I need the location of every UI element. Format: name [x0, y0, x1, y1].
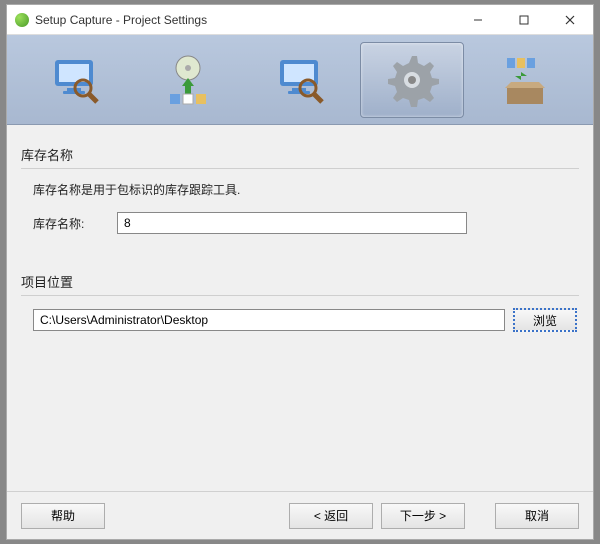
- wizard-step-settings[interactable]: [360, 42, 464, 118]
- wizard-strip: [7, 35, 593, 125]
- project-path-input[interactable]: [33, 309, 505, 331]
- window-title: Setup Capture - Project Settings: [35, 13, 207, 27]
- wizard-step-initial-scan[interactable]: [23, 42, 127, 118]
- monitor-search-icon: [47, 52, 103, 108]
- cancel-button[interactable]: 取消: [495, 503, 579, 529]
- inventory-field-label: 库存名称:: [21, 215, 117, 232]
- titlebar: Setup Capture - Project Settings: [7, 5, 593, 35]
- gear-icon: [384, 52, 440, 108]
- minimize-button[interactable]: [455, 5, 501, 35]
- location-section-label: 项目位置: [21, 272, 579, 291]
- divider: [21, 295, 579, 296]
- browse-button[interactable]: 浏览: [513, 308, 577, 332]
- inventory-description: 库存名称是用于包标识的库存跟踪工具.: [21, 181, 579, 198]
- minimize-icon: [473, 15, 483, 25]
- maximize-icon: [519, 15, 529, 25]
- inventory-name-row: 库存名称:: [21, 212, 579, 234]
- project-path-row: 浏览: [21, 308, 579, 332]
- inventory-section-label: 库存名称: [21, 145, 579, 164]
- close-icon: [565, 15, 575, 25]
- body-area: 库存名称 库存名称是用于包标识的库存跟踪工具. 库存名称: 项目位置 浏览: [7, 125, 593, 491]
- monitor-rescan-icon: [272, 52, 328, 108]
- wizard-step-build[interactable]: [473, 42, 577, 118]
- package-build-icon: [497, 52, 553, 108]
- maximize-button[interactable]: [501, 5, 547, 35]
- app-icon: [15, 13, 29, 27]
- back-button[interactable]: < 返回: [289, 503, 373, 529]
- wizard-step-post-scan[interactable]: [248, 42, 352, 118]
- wizard-step-install[interactable]: [136, 42, 240, 118]
- footer: 帮助 < 返回 下一步 > 取消: [7, 491, 593, 539]
- close-button[interactable]: [547, 5, 593, 35]
- divider: [21, 168, 579, 169]
- next-button[interactable]: 下一步 >: [381, 503, 465, 529]
- window-controls: [455, 5, 593, 35]
- setup-capture-window: Setup Capture - Project Settings: [6, 4, 594, 540]
- inventory-name-input[interactable]: [117, 212, 467, 234]
- disc-install-icon: [160, 52, 216, 108]
- help-button[interactable]: 帮助: [21, 503, 105, 529]
